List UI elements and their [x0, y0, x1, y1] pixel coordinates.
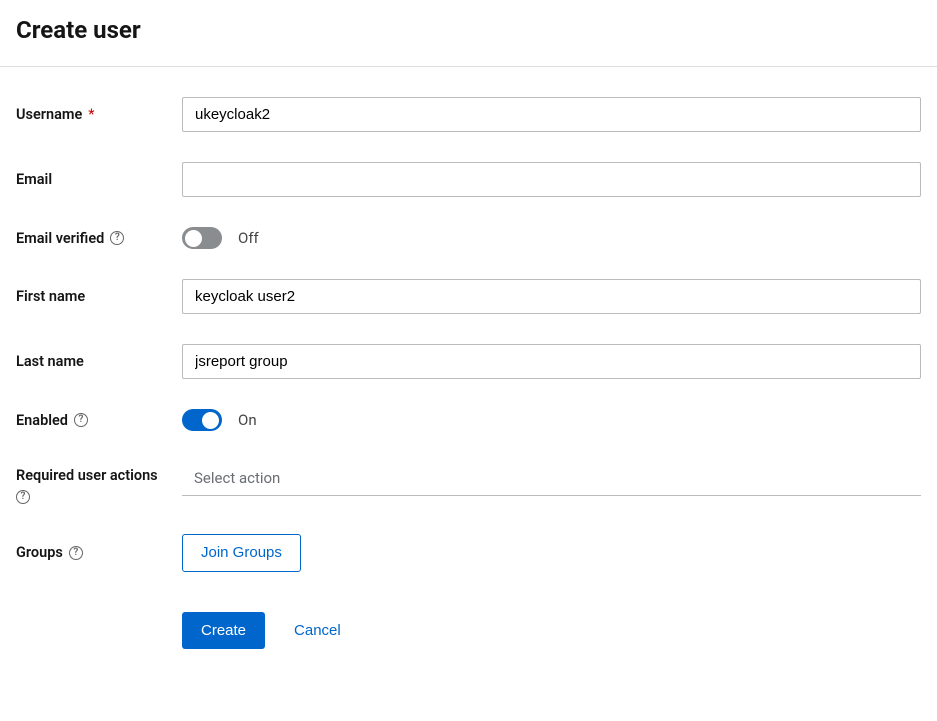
page-header: Create user: [0, 0, 937, 67]
enabled-toggle[interactable]: [182, 409, 222, 431]
first-name-input[interactable]: [182, 279, 921, 314]
email-verified-state: Off: [238, 229, 259, 247]
label-required-actions-text: Required user actions: [16, 467, 158, 484]
label-last-name: Last name: [16, 353, 182, 370]
row-enabled: Enabled ? On: [16, 409, 921, 431]
row-first-name: First name: [16, 279, 921, 314]
help-icon[interactable]: ?: [110, 231, 124, 245]
label-groups: Groups ?: [16, 544, 182, 561]
toggle-knob: [185, 230, 202, 247]
email-verified-toggle[interactable]: [182, 227, 222, 249]
page-title: Create user: [16, 16, 921, 44]
label-enabled: Enabled ?: [16, 412, 182, 429]
label-first-name: First name: [16, 288, 182, 305]
label-email: Email: [16, 171, 182, 188]
help-icon[interactable]: ?: [69, 546, 83, 560]
username-input[interactable]: [182, 97, 921, 132]
label-groups-text: Groups: [16, 544, 63, 561]
label-username: Username *: [16, 106, 182, 123]
label-username-text: Username: [16, 106, 82, 123]
email-input[interactable]: [182, 162, 921, 197]
label-required-actions: Required user actions ?: [16, 461, 182, 504]
join-groups-button[interactable]: Join Groups: [182, 534, 301, 572]
row-required-actions: Required user actions ? Select action: [16, 461, 921, 504]
cancel-button[interactable]: Cancel: [281, 612, 354, 650]
enabled-state: On: [238, 411, 257, 429]
label-last-name-text: Last name: [16, 353, 84, 370]
required-indicator: *: [88, 106, 94, 123]
row-email: Email: [16, 162, 921, 197]
create-user-form: Username * Email Email verified ? Off: [0, 67, 937, 695]
help-icon[interactable]: ?: [16, 490, 30, 504]
label-email-verified: Email verified ?: [16, 230, 182, 247]
required-actions-select[interactable]: Select action: [182, 461, 921, 496]
last-name-input[interactable]: [182, 344, 921, 379]
row-last-name: Last name: [16, 344, 921, 379]
row-groups: Groups ? Join Groups: [16, 534, 921, 572]
label-first-name-text: First name: [16, 288, 85, 305]
row-actions: Create Cancel: [16, 612, 921, 650]
label-enabled-text: Enabled: [16, 412, 68, 429]
toggle-knob: [202, 412, 219, 429]
row-username: Username *: [16, 97, 921, 132]
create-button[interactable]: Create: [182, 612, 265, 650]
label-email-verified-text: Email verified: [16, 230, 104, 247]
row-email-verified: Email verified ? Off: [16, 227, 921, 249]
label-email-text: Email: [16, 171, 52, 188]
help-icon[interactable]: ?: [74, 413, 88, 427]
